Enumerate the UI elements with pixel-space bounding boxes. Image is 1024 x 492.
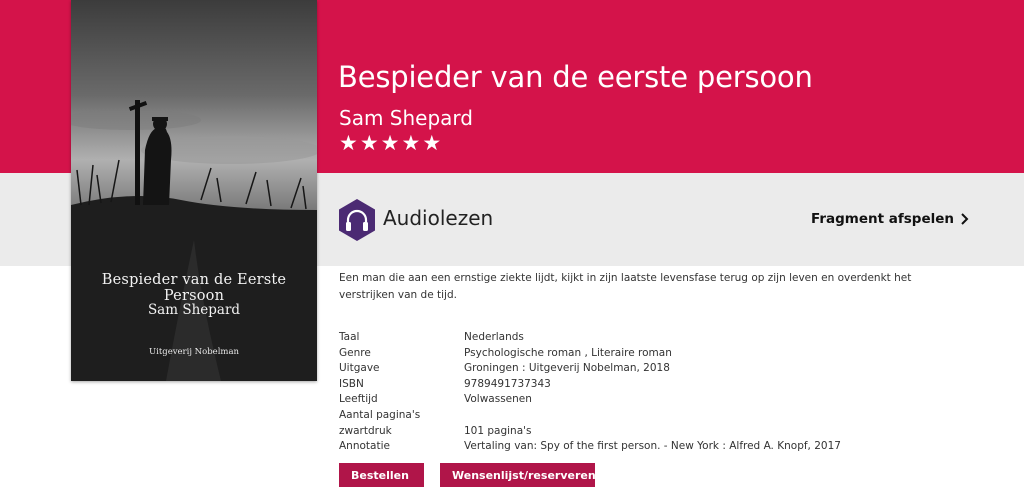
wishlist-button[interactable]: Wensenlijst/reserveren (440, 463, 596, 487)
meta-value: Groningen : Uitgeverij Nobelman, 2018 (464, 362, 670, 375)
star-icon: ★ (359, 131, 379, 155)
book-description: Een man die aan een ernstige ziekte lijd… (339, 272, 912, 301)
meta-value: Nederlands (464, 331, 524, 343)
meta-value: Vertaling van: Spy of the first person. … (464, 440, 841, 453)
meta-value: 9789491737343 (464, 377, 551, 390)
star-icon: ★ (380, 131, 400, 155)
meta-key: Leeftijd (339, 393, 378, 406)
meta-key: Aantal pagina's (339, 408, 421, 421)
meta-key: Annotatie (339, 440, 390, 453)
meta-value: Volwassenen (464, 393, 532, 406)
star-icon: ★ (401, 131, 421, 155)
meta-key: Taal (339, 331, 360, 343)
meta-key: zwartdruk (339, 424, 392, 437)
wishlist-button-label: Wensenlijst/reserveren (452, 468, 596, 482)
star-rating: ★ ★ ★ ★ ★ (339, 132, 441, 154)
meta-key: Genre (339, 346, 371, 359)
star-icon: ★ (339, 131, 358, 155)
book-cover[interactable]: Bespieder van de Eerste Persoon Sam Shep… (71, 0, 317, 381)
book-title: Bespieder van de eerste persoon (338, 60, 813, 94)
star-icon: ★ (422, 131, 442, 155)
audio-label: Audiolezen (383, 206, 494, 230)
meta-value: 101 pagina's (464, 424, 532, 437)
order-button-label: Bestellen (351, 468, 409, 482)
cover-author: Sam Shepard (147, 302, 241, 318)
cover-photo (71, 0, 317, 381)
cover-title: Bespieder van de Eerste Persoon (101, 272, 287, 304)
book-author[interactable]: Sam Shepard (339, 106, 473, 130)
play-fragment-label: Fragment afspelen (811, 211, 955, 227)
meta-value[interactable]: Psychologische roman , Literaire roman (464, 347, 672, 359)
meta-key: ISBN (339, 377, 364, 390)
chevron-right-icon (961, 213, 969, 225)
cover-publisher: Uitgeverij Nobelman (148, 347, 240, 357)
order-button[interactable]: Bestellen (339, 463, 424, 487)
meta-key: Uitgave (339, 362, 380, 375)
play-fragment-link[interactable]: Fragment afspelen (811, 211, 970, 227)
headphones-icon (339, 199, 375, 241)
